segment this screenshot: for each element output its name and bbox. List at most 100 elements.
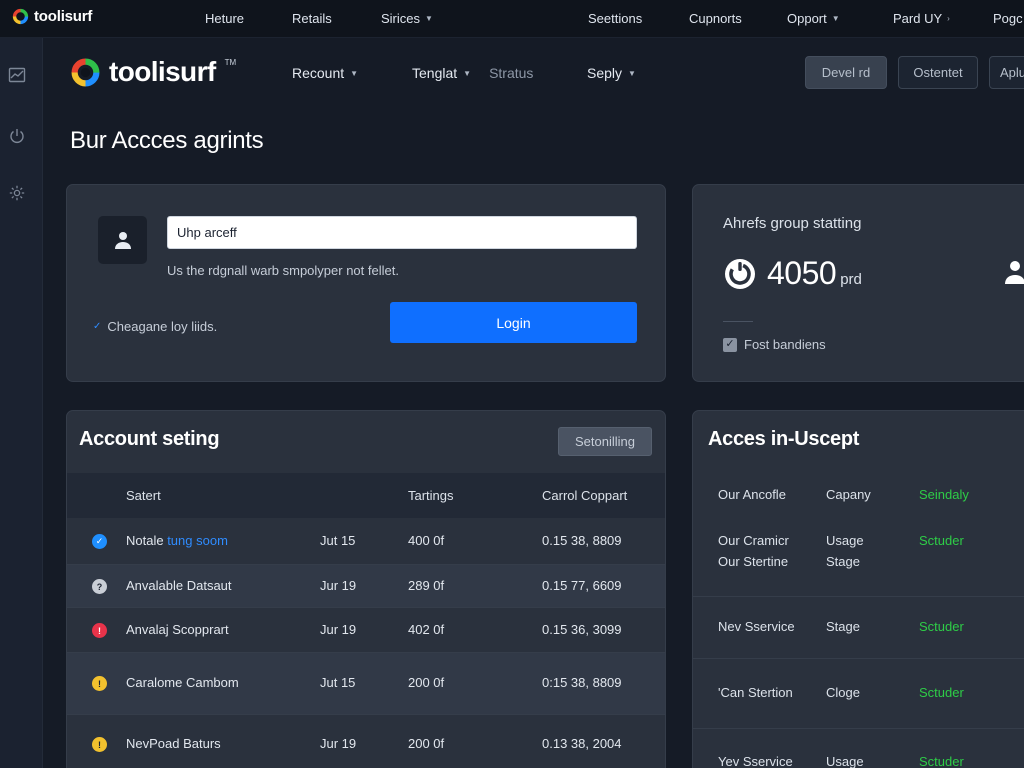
row-amount: 289 0f bbox=[408, 578, 445, 593]
trademark-mark: TM bbox=[224, 57, 237, 67]
brand-rings-icon bbox=[71, 58, 100, 86]
stats-checkbox[interactable]: ✓ Fost bandiens bbox=[723, 337, 826, 352]
stats-title: Ahrefs group statting bbox=[723, 215, 862, 232]
subnav-tenglat[interactable]: Tenglat ▼ Stratus bbox=[412, 65, 533, 81]
table-row[interactable]: ? Anvalable Datsaut Jur 19 289 0f 0.15 77, 6… bbox=[67, 565, 665, 608]
login-card: Us the rdgnall warb smpolyper not fellet… bbox=[66, 184, 666, 382]
row-date: Jur 19 bbox=[320, 736, 357, 751]
help-circle-icon: ? bbox=[92, 579, 107, 594]
stats-card: Ahrefs group statting 4050 prd ✓ Fost ba… bbox=[692, 184, 1024, 382]
access-card-header: Acces in-Uscept bbox=[693, 411, 1024, 473]
login-option[interactable]: ✓ Cheagane loy liids. bbox=[93, 319, 217, 334]
chart-icon[interactable] bbox=[8, 66, 26, 84]
top-nav-retails[interactable]: Retails bbox=[292, 11, 332, 26]
access-item-name: Our Cramicr Our Stertine bbox=[718, 533, 789, 569]
row-name-text: Anvalaj Scopprart bbox=[126, 622, 229, 637]
stats-number: 4050 bbox=[767, 255, 837, 291]
row-date: Jur 19 bbox=[320, 622, 357, 637]
subnav-recount[interactable]: Recount ▼ bbox=[292, 65, 358, 81]
row-name-text: NevPoad Baturs bbox=[126, 736, 221, 751]
subnav-stratus[interactable]: Stratus bbox=[489, 65, 533, 81]
chevron-down-icon: ▼ bbox=[831, 14, 840, 23]
access-header-type: Capany bbox=[826, 487, 871, 502]
table-row[interactable]: ! Anvalaj Scopprart Jur 19 402 0f 0.15 36, 3… bbox=[67, 608, 665, 653]
table-row[interactable]: ✓ Notale tung soom Jut 15 400 0f 0.15 38, 88… bbox=[67, 518, 665, 565]
login-button[interactable]: Login bbox=[390, 302, 637, 343]
access-list-item[interactable]: Yev Sservice Usage Sctuder bbox=[693, 729, 1024, 768]
top-nav-label: Pard UY bbox=[893, 11, 943, 26]
header-brand-name: toolisurf bbox=[109, 56, 216, 87]
row-name: NevPoad Baturs bbox=[126, 736, 221, 751]
access-header-name: Our Ancofle bbox=[718, 487, 786, 502]
row-code: 0.13 38, 2004 bbox=[542, 736, 622, 751]
warning-circle-icon: ! bbox=[92, 676, 107, 691]
subnav-seply[interactable]: Seply ▼ bbox=[587, 65, 636, 81]
login-input[interactable] bbox=[167, 216, 637, 249]
login-option-label: Cheagane loy liids. bbox=[107, 319, 218, 334]
access-item-type: Usage bbox=[826, 754, 864, 768]
column-header[interactable]: Carrol Coppart bbox=[542, 488, 627, 503]
table-row[interactable]: ! Caralome Cambom Jut 15 200 0f 0:15 38, 880… bbox=[67, 653, 665, 715]
access-item-status: Sctuder bbox=[919, 533, 964, 548]
top-bar: toolisurf Heture Retails Sirices ▼ Seetti… bbox=[0, 0, 1024, 38]
check-icon: ✓ bbox=[93, 321, 102, 332]
row-name-text: Caralome Cambom bbox=[126, 675, 239, 690]
access-item-type: Usage Stage bbox=[826, 533, 864, 569]
row-name: Anvalaj Scopprart bbox=[126, 622, 229, 637]
row-name-link[interactable]: tung soom bbox=[164, 533, 228, 548]
access-header-status: Seindaly bbox=[919, 487, 969, 502]
row-date: Jur 19 bbox=[320, 578, 357, 593]
check-circle-icon: ✓ bbox=[92, 534, 107, 549]
access-item-status: Sctuder bbox=[919, 685, 964, 700]
access-item-name: 'Can Stertion bbox=[718, 685, 793, 700]
access-list-item[interactable]: Nev Sservice Stage Sctuder bbox=[693, 597, 1024, 659]
top-nav-pard[interactable]: Pard UY › bbox=[893, 11, 950, 26]
row-name: Caralome Cambom bbox=[126, 675, 239, 690]
ostentet-button[interactable]: Ostentet bbox=[898, 56, 978, 89]
person-icon bbox=[1003, 259, 1024, 290]
top-nav-seettions[interactable]: Seettions bbox=[588, 11, 642, 26]
top-nav-sirices[interactable]: Sirices ▼ bbox=[381, 11, 433, 26]
chevron-down-icon: ▼ bbox=[463, 68, 472, 78]
warning-circle-icon: ! bbox=[92, 737, 107, 752]
row-date: Jut 15 bbox=[320, 675, 356, 690]
access-list-item[interactable]: 'Can Stertion Cloge Sctuder bbox=[693, 659, 1024, 729]
brand-rings-icon bbox=[12, 8, 29, 25]
chevron-down-icon: ▼ bbox=[350, 68, 359, 78]
row-name: Notale tung soom bbox=[126, 533, 228, 548]
login-hint: Us the rdgnall warb smpolyper not fellet… bbox=[167, 263, 399, 278]
access-card: Acces in-Uscept Our Ancofle Capany Seind… bbox=[692, 410, 1024, 768]
checkbox-checked-icon: ✓ bbox=[723, 337, 737, 352]
access-card-title: Acces in-Uscept bbox=[708, 428, 860, 450]
power-icon[interactable] bbox=[8, 127, 26, 145]
access-list-item[interactable]: Our Cramicr Our Stertine Usage Stage Sctuder bbox=[693, 518, 1024, 597]
row-name-text: Anvalable Datsaut bbox=[126, 578, 232, 593]
alert-circle-icon: ! bbox=[92, 623, 107, 638]
column-header[interactable]: Tartings bbox=[408, 488, 454, 503]
row-amount: 400 0f bbox=[408, 533, 445, 548]
aplu-button[interactable]: Aplu bbox=[989, 56, 1024, 89]
access-item-name: Nev Sservice bbox=[718, 619, 795, 634]
access-item-type: Cloge bbox=[826, 685, 860, 700]
row-code: 0.15 77, 6609 bbox=[542, 578, 622, 593]
stats-checkbox-label: Fost bandiens bbox=[744, 337, 826, 352]
brand-logo[interactable]: toolisurf bbox=[12, 8, 92, 25]
divider bbox=[723, 321, 753, 322]
table-row[interactable]: ! NevPoad Baturs Jur 19 200 0f 0.13 38, 2004 bbox=[67, 715, 665, 768]
top-nav-pogc[interactable]: Pogc bbox=[993, 11, 1023, 26]
chevron-down-icon: ▼ bbox=[425, 14, 433, 23]
top-nav-cupnorts[interactable]: Cupnorts bbox=[689, 11, 742, 26]
user-icon bbox=[114, 232, 131, 249]
top-nav-label: Seettions bbox=[588, 11, 643, 26]
avatar bbox=[98, 216, 147, 264]
devel-button[interactable]: Devel rd bbox=[805, 56, 887, 89]
top-nav-opport[interactable]: Opport ▼ bbox=[787, 11, 840, 26]
row-amount: 200 0f bbox=[408, 736, 445, 751]
subnav-label: Seply bbox=[587, 65, 623, 81]
account-settings-button[interactable]: Setonilling bbox=[558, 427, 652, 456]
column-header[interactable]: Satert bbox=[126, 488, 161, 503]
gear-icon[interactable] bbox=[8, 184, 26, 202]
top-nav-heture[interactable]: Heture bbox=[205, 11, 244, 26]
top-nav-label: Sirices bbox=[381, 11, 421, 26]
header-logo[interactable]: toolisurf TM bbox=[70, 56, 236, 88]
